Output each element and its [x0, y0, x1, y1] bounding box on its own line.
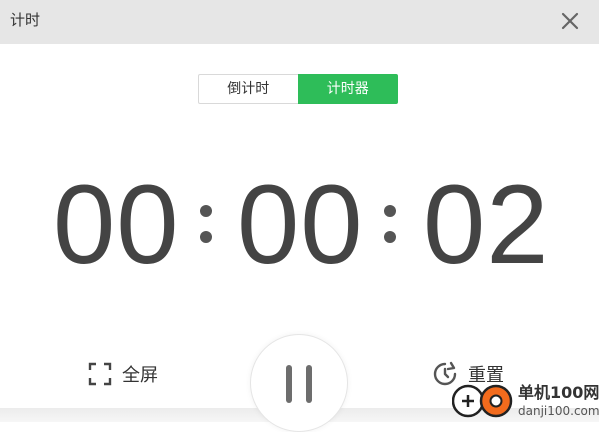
fullscreen-label: 全屏 [122, 365, 158, 386]
fullscreen-icon [88, 362, 112, 386]
close-button[interactable] [558, 9, 582, 33]
timer-hours: 00 [53, 162, 180, 287]
watermark-url: danji100.com [518, 404, 599, 418]
watermark: 单机100网 danji100.com [452, 384, 599, 422]
timer-seconds: 02 [423, 162, 550, 287]
close-icon [561, 12, 579, 30]
window-title: 计时 [10, 11, 41, 29]
timer-separator [200, 205, 212, 251]
timer-separator [384, 205, 396, 251]
tab-stopwatch[interactable]: 计时器 [297, 74, 398, 104]
title-bar: 计时 [0, 0, 599, 44]
mode-tabs: 倒计时 计时器 [198, 74, 398, 104]
pause-button[interactable] [250, 334, 348, 432]
tab-countdown[interactable]: 倒计时 [198, 74, 298, 104]
fullscreen-button[interactable]: 全屏 [88, 360, 158, 388]
timer-minutes: 00 [237, 162, 364, 287]
watermark-logo-icon [452, 384, 513, 418]
watermark-brand: 单机100网 [518, 383, 599, 402]
